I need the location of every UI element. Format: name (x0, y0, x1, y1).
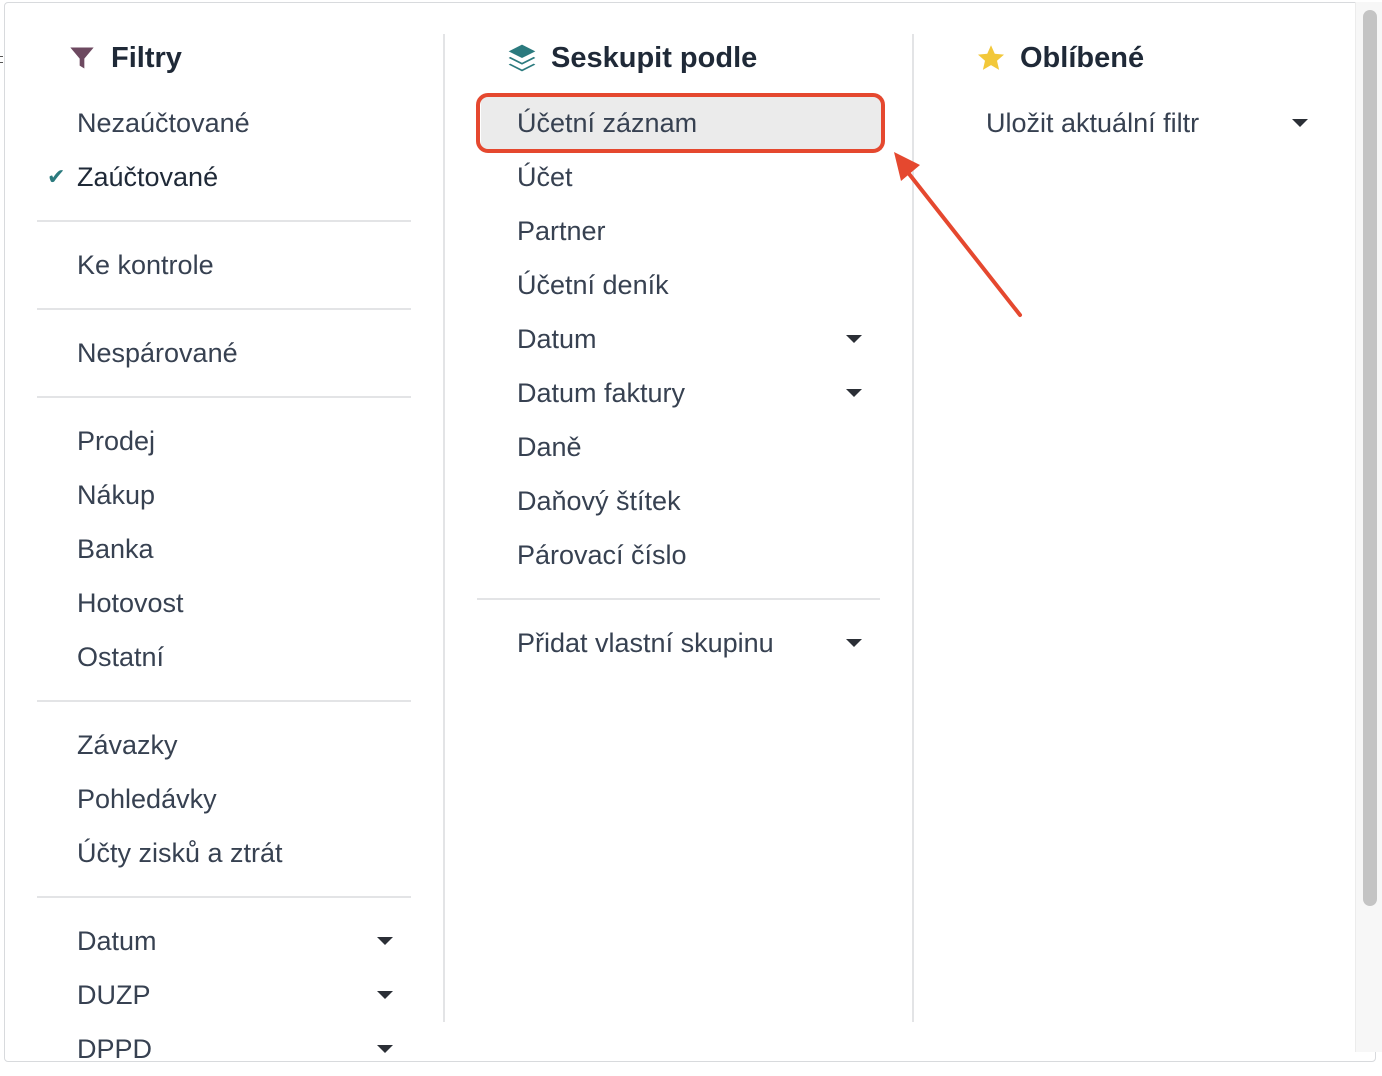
filter-item-label: Účty zisků a ztrát (77, 837, 283, 868)
caret-down-icon[interactable] (846, 389, 862, 397)
group-item-partner[interactable]: Partner (477, 204, 880, 258)
group-item-label: Partner (517, 215, 606, 246)
filter-item-banka[interactable]: Banka (37, 522, 411, 576)
group-item-parovaci-cislo[interactable]: Párovací číslo (477, 528, 880, 582)
filter-item-label: Nezaúčtované (77, 107, 250, 138)
filter-item-label: DPPD (77, 1033, 153, 1064)
annotation-arrow-icon (894, 152, 1022, 317)
group-item-ucetni-zaznam[interactable]: Účetní záznam (481, 96, 882, 150)
divider (37, 396, 411, 398)
group-item-label: Párovací číslo (517, 539, 687, 570)
filter-item-zauctovane[interactable]: ✔ Zaúčtované (37, 150, 411, 204)
group-item-label: Účetní záznam (517, 107, 698, 138)
divider (37, 896, 411, 898)
filter-item-duzp[interactable]: DUZP (37, 968, 411, 1022)
group-item-label: Přidat vlastní skupinu (517, 627, 774, 658)
star-icon (974, 41, 1008, 75)
group-item-ucet[interactable]: Účet (477, 150, 880, 204)
filters-title: Filtry (111, 41, 182, 74)
filter-item-label: Nákup (77, 479, 156, 510)
add-custom-group-select[interactable]: Přidat vlastní skupinu (477, 616, 880, 670)
filter-item-label: Ke kontrole (77, 249, 214, 280)
group-by-header: Seskupit podle (505, 38, 757, 78)
filter-item-hotovost[interactable]: Hotovost (37, 576, 411, 630)
caret-down-icon[interactable] (1292, 119, 1308, 127)
filter-item-nesparovane[interactable]: Nespárované (37, 326, 411, 380)
filter-item-ke-kontrole[interactable]: Ke kontrole (37, 238, 411, 292)
group-item-label: Datum (517, 323, 597, 354)
group-item-label: Daňový štítek (517, 485, 681, 516)
divider (37, 308, 411, 310)
group-item-ucetni-denik[interactable]: Účetní deník (477, 258, 880, 312)
filter-item-zavazky[interactable]: Závazky (37, 718, 411, 772)
filter-item-ucty-zisku-a-ztrat[interactable]: Účty zisků a ztrát (37, 826, 411, 880)
filter-item-nezauctovane[interactable]: Nezaúčtované (37, 96, 411, 150)
favorites-title: Oblíbené (1020, 41, 1145, 74)
filter-item-label: Pohledávky (77, 783, 217, 814)
divider (37, 220, 411, 222)
divider (37, 700, 411, 702)
group-by-title: Seskupit podle (551, 41, 758, 74)
edge-tick (0, 62, 3, 63)
caret-down-icon[interactable] (377, 937, 393, 945)
group-item-dane[interactable]: Daně (477, 420, 880, 474)
column-divider (443, 34, 445, 1022)
group-item-danovy-stitek[interactable]: Daňový štítek (477, 474, 880, 528)
filter-item-label: Ostatní (77, 641, 165, 672)
caret-down-icon[interactable] (846, 639, 862, 647)
checkmark-icon: ✔ (47, 164, 66, 189)
filter-item-label: Banka (77, 533, 154, 564)
filter-item-label: Datum (77, 925, 157, 956)
group-item-datum[interactable]: Datum (477, 312, 880, 366)
filter-item-label: Zaúčtované (77, 161, 219, 192)
filter-item-prodej[interactable]: Prodej (37, 414, 411, 468)
group-item-label: Účetní deník (517, 269, 669, 300)
favorites-header: Oblíbené (974, 38, 1144, 78)
group-item-datum-faktury[interactable]: Datum faktury (477, 366, 880, 420)
vertical-scrollbar[interactable] (1355, 2, 1382, 1052)
group-item-label: Daně (517, 431, 582, 462)
group-item-label: Účet (517, 161, 573, 192)
group-item-label: Datum faktury (517, 377, 686, 408)
edge-tick (0, 56, 3, 57)
divider (477, 598, 880, 600)
filter-item-label: Prodej (77, 425, 156, 456)
filters-header: Filtry (65, 38, 182, 78)
filter-item-label: Hotovost (77, 587, 184, 618)
favorites-item-label: Uložit aktuální filtr (986, 107, 1200, 138)
filter-item-pohledavky[interactable]: Pohledávky (37, 772, 411, 826)
caret-down-icon[interactable] (846, 335, 862, 343)
filter-item-datum[interactable]: Datum (37, 914, 411, 968)
filter-item-nakup[interactable]: Nákup (37, 468, 411, 522)
scrollbar-thumb[interactable] (1363, 10, 1377, 906)
filter-icon (65, 41, 99, 75)
filter-item-dppd[interactable]: DPPD (37, 1022, 411, 1076)
filter-item-label: Závazky (77, 729, 178, 760)
filter-item-label: DUZP (77, 979, 151, 1010)
layers-icon (505, 41, 539, 75)
filter-item-ostatni[interactable]: Ostatní (37, 630, 411, 684)
filter-item-label: Nespárované (77, 337, 238, 368)
caret-down-icon[interactable] (377, 991, 393, 999)
